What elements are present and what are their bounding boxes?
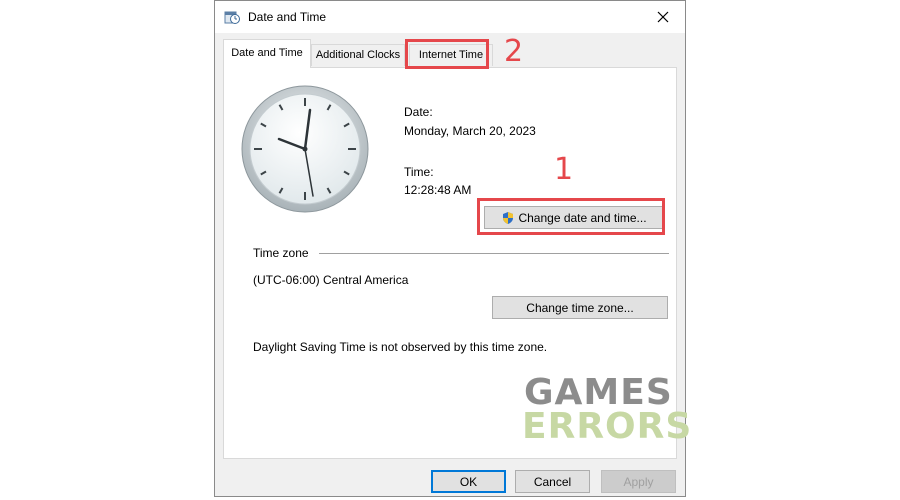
window-title: Date and Time	[248, 10, 327, 24]
date-time-app-icon	[224, 11, 240, 24]
time-value: 12:28:48 AM	[404, 183, 472, 197]
apply-button[interactable]: Apply	[601, 470, 676, 493]
analog-clock-icon	[241, 85, 369, 213]
time-zone-value: (UTC-06:00) Central America	[253, 273, 409, 287]
cancel-button[interactable]: Cancel	[515, 470, 590, 493]
time-label: Time:	[404, 165, 434, 179]
ok-button[interactable]: OK	[431, 470, 506, 493]
date-label: Date:	[404, 105, 433, 119]
tab-internet-time[interactable]: Internet Time	[409, 44, 493, 66]
close-button[interactable]	[641, 1, 685, 33]
change-date-and-time-label: Change date and time...	[518, 210, 647, 225]
time-zone-divider	[319, 253, 669, 254]
tab-strip: Date and Time Additional Clocks Internet…	[223, 39, 683, 68]
title-bar: Date and Time	[215, 1, 685, 33]
change-date-and-time-button[interactable]: Change date and time...	[484, 206, 664, 229]
date-value: Monday, March 20, 2023	[404, 124, 536, 138]
close-icon	[657, 11, 669, 23]
shield-icon	[503, 211, 514, 224]
tab-panel: Date: Monday, March 20, 2023 Time: 12:28…	[223, 67, 691, 459]
watermark-errors: ERRORS	[522, 406, 693, 447]
tab-additional-clocks[interactable]: Additional Clocks	[311, 44, 405, 66]
date-time-dialog: Date and Time Date and Time Additional C…	[214, 0, 691, 497]
dst-note: Daylight Saving Time is not observed by …	[253, 340, 548, 354]
time-zone-heading: Time zone	[253, 246, 309, 260]
step-number-2: 2	[504, 34, 524, 69]
tab-date-and-time[interactable]: Date and Time	[223, 39, 311, 68]
change-time-zone-button[interactable]: Change time zone...	[492, 296, 668, 319]
step-number-1: 1	[554, 152, 574, 187]
